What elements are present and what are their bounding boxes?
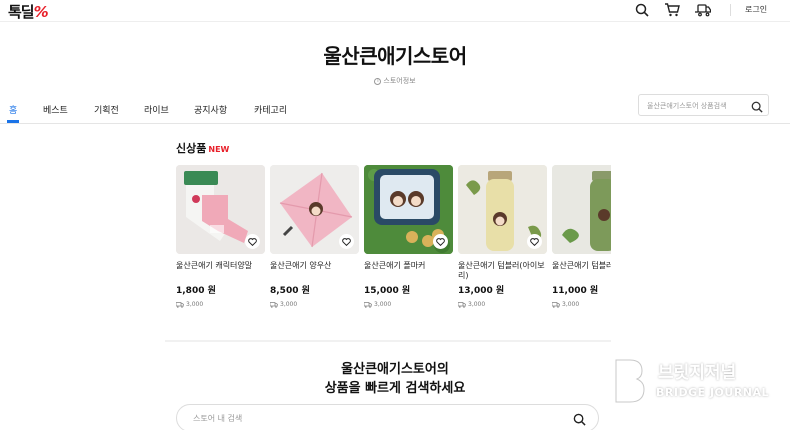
cart-icon[interactable] [662, 1, 682, 19]
tab-live[interactable]: 라이브 [144, 103, 169, 116]
shipping-truck-icon [552, 301, 560, 308]
wishlist-heart-icon[interactable] [245, 234, 260, 249]
store-title: 울산큰애기스토어 [323, 44, 467, 68]
shipping-fee: 3,000 [270, 301, 359, 308]
wishlist-heart-icon[interactable] [339, 234, 354, 249]
search-icon[interactable] [751, 98, 763, 117]
product-price: 15,000 원 [364, 286, 411, 296]
product-name[interactable]: 울산큰애기 캐릭터양말 [176, 261, 265, 281]
header-divider [730, 4, 731, 16]
product-price: 1,800 원 [176, 286, 216, 296]
product-name[interactable]: 울산큰애기 양우산 [270, 261, 359, 281]
shipping-truck-icon [270, 301, 278, 308]
product-price: 11,000 원 [552, 286, 599, 296]
top-bar: 톡딜% 로그인 [0, 0, 790, 22]
logo-text: 톡딜 [8, 3, 35, 21]
product-card[interactable]: 울산큰애기 텀블러(그린) 11,000 원 3,000 [552, 165, 611, 308]
shipping-truck-icon [364, 301, 372, 308]
tab-home[interactable]: 홈 [9, 103, 17, 116]
section-divider [165, 340, 611, 342]
search-icon[interactable] [573, 411, 586, 430]
product-image-socks[interactable] [176, 165, 265, 254]
shipping-fee: 3,000 [552, 301, 611, 308]
bridge-journal-watermark: 브릿지저널 BRIDGE JOURNAL [612, 356, 782, 414]
product-card[interactable]: 울산큰애기 캐릭터양말 1,800 원 3,000 [176, 165, 265, 308]
product-card[interactable]: 울산큰애기 폴마커 15,000 원 3,000 [364, 165, 453, 308]
watermark-korean: 브릿지저널 [658, 363, 737, 383]
store-search-input[interactable]: 울산큰애기스토어 상품검색 [638, 94, 769, 116]
shipping-fee: 3,000 [458, 301, 547, 308]
store-inner-search-input[interactable]: 스토어 내 검색 [176, 404, 599, 430]
store-info-link[interactable]: i 스토어정보 [0, 76, 790, 86]
tab-best[interactable]: 베스트 [43, 103, 68, 116]
new-products-heading: 신상품 NEW [176, 140, 229, 156]
wishlist-heart-icon[interactable] [433, 234, 448, 249]
product-image-ball-marker[interactable] [364, 165, 453, 254]
new-products-title: 신상품 [176, 142, 207, 155]
product-card[interactable]: 울산큰애기 텀블러(아이보리) 13,000 원 3,000 [458, 165, 547, 308]
new-badge: NEW [208, 145, 230, 154]
product-price: 8,500 원 [270, 286, 310, 296]
delivery-truck-icon[interactable] [692, 1, 712, 19]
search-icon[interactable] [632, 1, 652, 19]
product-image-umbrella[interactable] [270, 165, 359, 254]
login-link[interactable]: 로그인 [745, 4, 767, 15]
shipping-fee-value: 3,000 [468, 301, 486, 308]
bridge-journal-logo-icon [613, 357, 647, 414]
logo-mark: % [33, 3, 49, 21]
shipping-truck-icon [458, 301, 466, 308]
product-name[interactable]: 울산큰애기 텀블러(그린) [552, 261, 611, 281]
product-name[interactable]: 울산큰애기 폴마커 [364, 261, 453, 281]
shipping-fee-value: 3,000 [186, 301, 204, 308]
shipping-fee-value: 3,000 [374, 301, 392, 308]
watermark-english: BRIDGE JOURNAL [656, 386, 770, 399]
shipping-fee-value: 3,000 [280, 301, 298, 308]
active-tab-indicator [7, 120, 19, 123]
product-name[interactable]: 울산큰애기 텀블러(아이보리) [458, 261, 547, 281]
tab-exhibition[interactable]: 기획전 [94, 103, 119, 116]
store-search-placeholder: 울산큰애기스토어 상품검색 [647, 102, 727, 110]
tab-notice[interactable]: 공지사항 [194, 103, 227, 116]
shipping-fee-value: 3,000 [562, 301, 580, 308]
store-info-label: 스토어정보 [383, 77, 416, 85]
product-image-tumbler-green[interactable] [552, 165, 611, 254]
talkdeal-logo[interactable]: 톡딜% [8, 1, 49, 22]
shipping-fee: 3,000 [176, 301, 265, 308]
new-products-carousel[interactable]: 울산큰애기 캐릭터양말 1,800 원 3,000 울산큰애기 양우산 8,50… [176, 165, 611, 320]
info-icon: i [374, 77, 382, 85]
product-price: 13,000 원 [458, 286, 505, 296]
product-card[interactable]: 울산큰애기 양우산 8,500 원 3,000 [270, 165, 359, 308]
shipping-fee: 3,000 [364, 301, 453, 308]
store-inner-search-placeholder: 스토어 내 검색 [193, 414, 243, 423]
tab-category[interactable]: 카테고리 [254, 103, 287, 116]
product-image-tumbler-ivory[interactable] [458, 165, 547, 254]
wishlist-heart-icon[interactable] [527, 234, 542, 249]
shipping-truck-icon [176, 301, 184, 308]
